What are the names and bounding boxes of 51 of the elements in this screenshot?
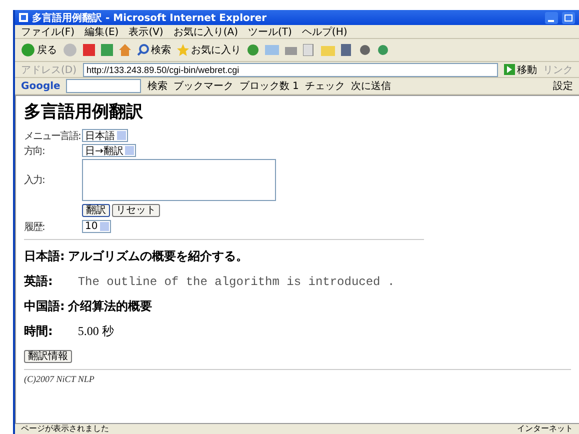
menu-item[interactable]: 表示(V) [128, 24, 164, 38]
address-label: アドレス(D) [21, 64, 77, 76]
result-label: 日本語: [24, 248, 65, 265]
info-button[interactable]: 翻訳情報 [24, 350, 72, 363]
menu-item[interactable]: ツール(T) [248, 24, 292, 38]
favorites-button[interactable]: お気に入り [191, 43, 241, 57]
google-toolbar-button[interactable]: チェック [304, 79, 345, 93]
result-text: 5.00 秒 [78, 323, 114, 340]
result-label: 時間: [24, 323, 53, 340]
result-text: The outline of the algorithm is introduced . [78, 275, 395, 289]
go-icon[interactable] [504, 64, 515, 75]
search-button[interactable]: 検索 [151, 43, 171, 57]
result-label: 英語: [24, 273, 53, 290]
field-label: メニュー言語: [24, 130, 82, 143]
browser-icon [19, 13, 28, 22]
dropdown[interactable]: 日→翻訳 [82, 144, 136, 157]
status-message: ページが表示されました [21, 424, 109, 434]
google-toolbar-button[interactable]: 検索 [147, 79, 168, 93]
form-button[interactable]: リセット [112, 204, 160, 217]
google-toolbar-button[interactable]: ブロック数 1 [239, 79, 299, 93]
field-label: 入力: [24, 174, 46, 187]
google-toolbar-button[interactable]: 次に送信 [350, 79, 391, 93]
back-button[interactable]: 戻る [37, 43, 57, 57]
form-button[interactable]: 翻訳 [82, 204, 110, 217]
dropdown[interactable]: 10 [82, 220, 111, 233]
menu-item[interactable]: お気に入り(A) [173, 24, 238, 38]
copyright-text: (C)2007 NiCT NLP [24, 374, 96, 384]
zone-label: インターネット [517, 424, 573, 434]
field-label: 履歴: [24, 221, 46, 234]
address-field[interactable]: http://133.243.89.50/cgi-bin/webret.cgi [82, 62, 498, 76]
result-text: 介绍算法的概要 [68, 298, 152, 315]
result-label: 中国語: [24, 298, 65, 315]
minimize-icon[interactable] [545, 12, 558, 24]
menu-item[interactable]: ヘルプ(H) [302, 24, 348, 38]
google-search-field[interactable] [66, 79, 142, 93]
go-button[interactable]: 移動 [517, 62, 537, 76]
maximize-icon[interactable] [562, 12, 575, 24]
input-field[interactable] [82, 159, 276, 201]
page-heading: 多言語用例翻訳 [24, 101, 144, 123]
result-text: アルゴリズムの概要を紹介する。 [68, 248, 248, 265]
star-icon[interactable] [177, 44, 189, 56]
field-label: 方向: [24, 144, 46, 158]
home-icon[interactable] [119, 44, 131, 56]
settings-button[interactable]: 設定 [553, 79, 573, 93]
menu-item[interactable]: 編集(E) [84, 24, 119, 38]
search-icon[interactable] [137, 44, 149, 56]
window-title: 多言語用例翻訳 - Microsoft Internet Explorer [32, 11, 268, 24]
google-logo: Google [21, 80, 60, 92]
google-toolbar-button[interactable]: ブックマーク [173, 79, 234, 93]
dropdown[interactable]: 日本語 [82, 129, 128, 142]
menu-item[interactable]: ファイル(F) [21, 24, 75, 38]
